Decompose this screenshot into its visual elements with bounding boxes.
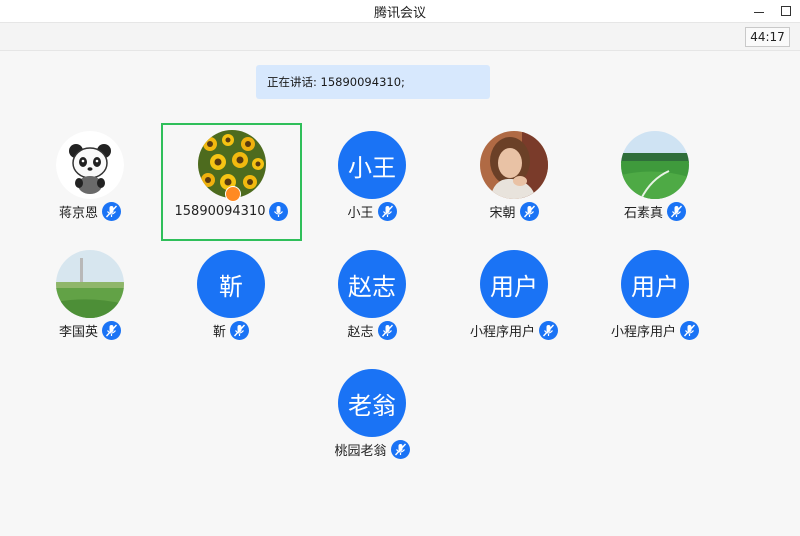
- participant-grid: 蒋京恩 15890094310 小王 小王 宋朝 石素真 李国英 靳 靳 赵志 …: [0, 0, 800, 536]
- avatar: 用户: [480, 250, 548, 318]
- avatar: 小王: [338, 131, 406, 199]
- avatar: 靳: [197, 250, 265, 318]
- grassland-avatar-icon: [621, 131, 689, 199]
- participant-name: 小程序用户: [610, 325, 676, 340]
- participant-name-row: 靳: [161, 321, 301, 340]
- host-badge-icon: [224, 186, 241, 202]
- participant-tile[interactable]: 宋朝: [444, 124, 584, 242]
- mic-muted-icon[interactable]: [102, 321, 121, 340]
- mic-muted-icon[interactable]: [377, 321, 397, 340]
- mic-muted-icon[interactable]: [102, 202, 121, 221]
- participant-name-row: 小程序用户: [585, 321, 725, 340]
- participant-name-row: 宋朝: [444, 202, 584, 221]
- participant-name-row: 李国英: [20, 321, 160, 340]
- participant-tile[interactable]: 赵志 赵志: [302, 243, 442, 361]
- participant-name: 蒋京恩: [58, 206, 98, 221]
- participant-name: 宋朝: [489, 206, 516, 221]
- participant-tile[interactable]: 小王 小王: [302, 124, 442, 242]
- avatar: 赵志: [338, 250, 406, 318]
- avatar: 老翁: [338, 369, 406, 437]
- participant-tile[interactable]: 靳 靳: [161, 243, 301, 361]
- avatar: 用户: [621, 250, 689, 318]
- woman-avatar-icon: [480, 131, 548, 199]
- avatar: [480, 131, 548, 199]
- mic-muted-icon[interactable]: [377, 202, 397, 221]
- mic-muted-icon[interactable]: [680, 321, 699, 340]
- mic-on-icon[interactable]: [269, 202, 289, 221]
- participant-name: 小王: [347, 206, 374, 221]
- avatar: [56, 250, 124, 318]
- participant-name-row: 石素真: [585, 202, 725, 221]
- mic-muted-icon[interactable]: [539, 321, 558, 340]
- participant-name: 李国英: [58, 325, 98, 340]
- avatar: [621, 131, 689, 199]
- participant-tile[interactable]: 用户 小程序用户: [444, 243, 584, 361]
- participant-name: 15890094310: [174, 204, 266, 219]
- participant-name-row: 15890094310: [163, 202, 300, 221]
- participant-name-row: 蒋京恩: [20, 202, 160, 221]
- participant-tile[interactable]: 李国英: [20, 243, 160, 361]
- participant-name: 石素真: [623, 206, 663, 221]
- participant-name-row: 桃园老翁: [302, 440, 442, 459]
- mic-muted-icon[interactable]: [230, 321, 249, 340]
- participant-tile[interactable]: 老翁 桃园老翁: [302, 362, 442, 480]
- participant-name: 桃园老翁: [334, 444, 387, 459]
- participant-name: 小程序用户: [469, 325, 535, 340]
- participant-name-row: 赵志: [302, 321, 442, 340]
- mic-muted-icon[interactable]: [390, 440, 410, 459]
- participant-tile[interactable]: 用户 小程序用户: [585, 243, 725, 361]
- avatar: [56, 131, 124, 199]
- mic-muted-icon[interactable]: [519, 202, 539, 221]
- participant-name-row: 小程序用户: [444, 321, 584, 340]
- mic-muted-icon[interactable]: [667, 202, 686, 221]
- landscape-avatar-icon: [56, 250, 124, 318]
- participant-name-row: 小王: [302, 202, 442, 221]
- participant-tile[interactable]: 蒋京恩: [20, 124, 160, 242]
- panda-avatar-icon: [56, 131, 124, 199]
- participant-tile[interactable]: 石素真: [585, 124, 725, 242]
- participant-name: 赵志: [347, 325, 374, 340]
- participant-tile-active[interactable]: 15890094310: [161, 123, 302, 241]
- participant-name: 靳: [212, 325, 226, 340]
